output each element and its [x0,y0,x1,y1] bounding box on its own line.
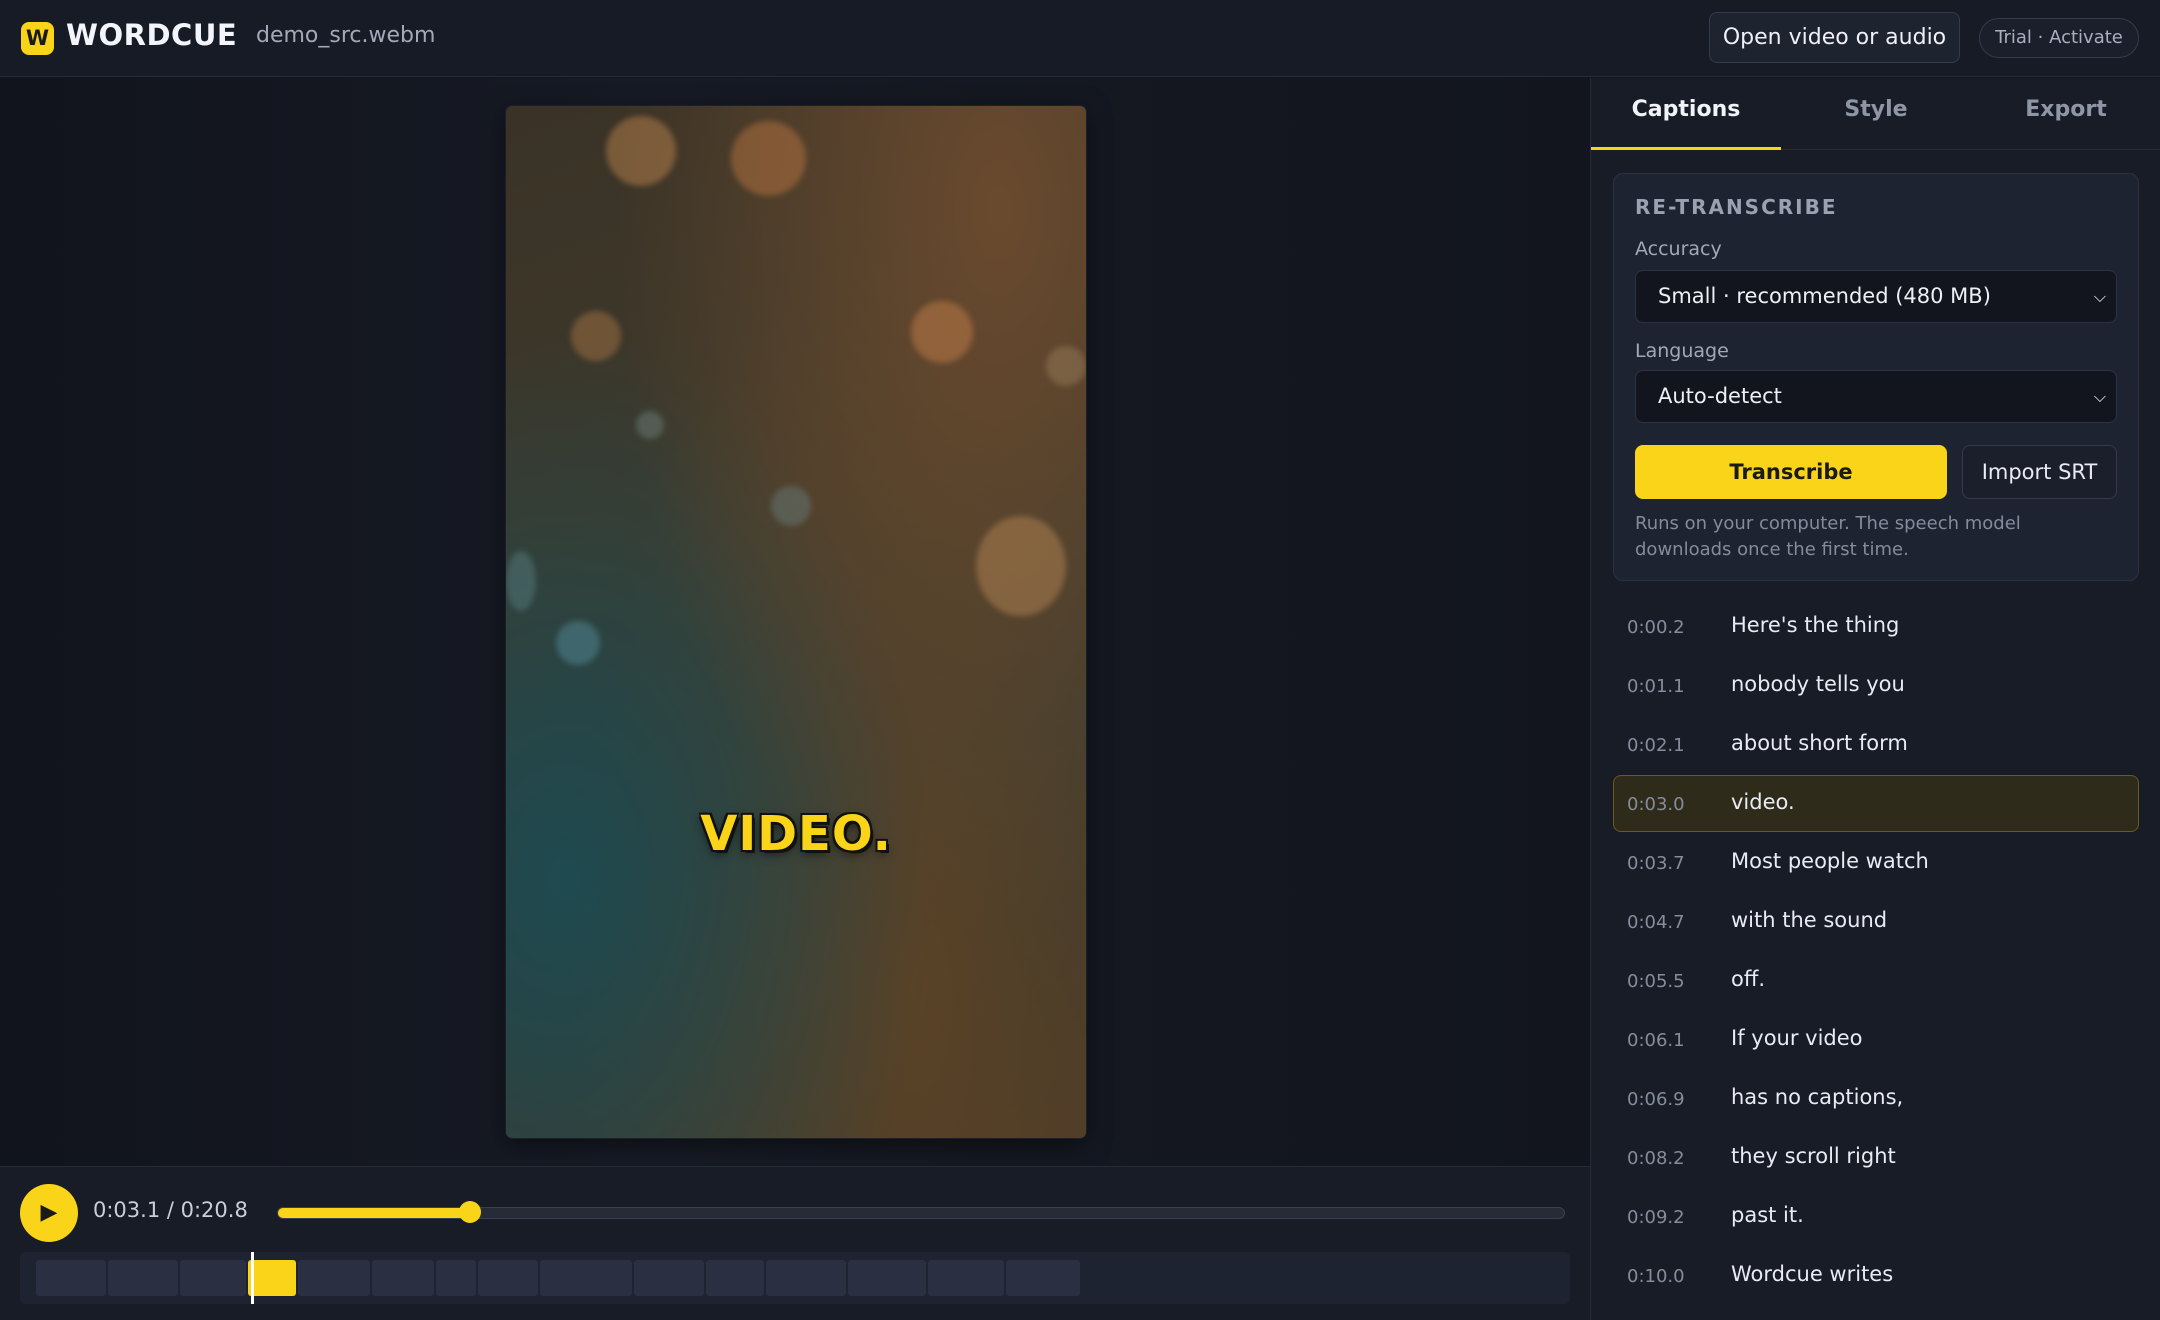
chevron-down-icon: ⌵ [2093,387,2106,406]
timeline-segment[interactable] [108,1260,178,1296]
cue-time: 0:08.2 [1627,1148,1685,1169]
timeline-segment[interactable] [36,1260,106,1296]
caption-timeline[interactable] [20,1252,1570,1304]
cue-time: 0:10.0 [1627,1266,1685,1287]
video-preview[interactable]: VIDEO. [506,106,1086,1138]
transcribe-button[interactable]: Transcribe [1635,445,1947,499]
wordcue-logo-icon: W [21,22,54,55]
bokeh-light [731,121,806,196]
cue-time: 0:03.0 [1627,794,1685,815]
seek-bar[interactable] [277,1201,1565,1223]
timeline-segment[interactable] [848,1260,926,1296]
timeline-segment[interactable] [928,1260,1004,1296]
cue-text[interactable]: past it. [1731,1203,1804,1227]
tab-export[interactable]: Export [1971,78,2160,150]
timeline-segment[interactable] [298,1260,370,1296]
timeline-segment[interactable] [1006,1260,1080,1296]
timeline-segment[interactable] [634,1260,704,1296]
trial-activate-button[interactable]: Trial · Activate [1979,18,2139,58]
accuracy-label: Accuracy [1635,238,1722,260]
cue-row[interactable]: 0:03.7 Most people watch [1613,834,2139,891]
cue-time: 0:06.9 [1627,1089,1685,1110]
language-label: Language [1635,340,1729,362]
cue-time: 0:06.1 [1627,1030,1685,1051]
cue-time: 0:03.7 [1627,853,1685,874]
sidebar: Captions Style Export RE-TRANSCRIBE Accu… [1590,78,2160,1320]
bokeh-light [506,551,536,611]
bokeh-light [976,516,1066,616]
bokeh-light [771,486,811,526]
timeline-segment-active[interactable] [248,1260,296,1296]
cue-text[interactable]: with the sound [1731,908,1887,932]
cue-time: 0:00.2 [1627,617,1685,638]
bokeh-light [636,411,664,439]
bokeh-light [571,311,621,361]
bokeh-light [556,621,600,665]
cue-text[interactable]: video. [1731,790,1795,814]
cue-text[interactable]: has no captions, [1731,1085,1903,1109]
language-value: Auto-detect [1658,384,1782,408]
video-stage: VIDEO. [0,78,1590,1166]
file-name: demo_src.webm [256,23,436,48]
cue-text[interactable]: nobody tells you [1731,672,1905,696]
play-button[interactable]: ▶ [20,1184,78,1242]
cue-row-active[interactable]: 0:03.0 video. [1613,775,2139,832]
cue-row[interactable]: 0:04.7 with the sound [1613,893,2139,950]
cue-row[interactable]: 0:01.1 nobody tells you [1613,657,2139,714]
cue-row[interactable]: 0:00.2 Here's the thing [1613,598,2139,655]
cue-time: 0:05.5 [1627,971,1685,992]
accuracy-select[interactable]: Small · recommended (480 MB) ⌵ [1635,270,2117,323]
seek-handle[interactable] [458,1201,481,1223]
cue-row[interactable]: 0:06.1 If your video [1613,1011,2139,1068]
tab-style[interactable]: Style [1781,78,1971,150]
cue-time: 0:02.1 [1627,735,1685,756]
cue-time: 0:04.7 [1627,912,1685,933]
timeline-segment[interactable] [372,1260,434,1296]
seek-progress [278,1208,470,1218]
language-select[interactable]: Auto-detect ⌵ [1635,370,2117,423]
cue-text[interactable]: off. [1731,967,1765,991]
timeline-segment[interactable] [766,1260,846,1296]
sidebar-tabs: Captions Style Export [1591,78,2160,150]
cue-row[interactable]: 0:05.5 off. [1613,952,2139,1009]
tab-captions[interactable]: Captions [1591,78,1781,150]
timeline-segment[interactable] [180,1260,246,1296]
timeline-segment[interactable] [436,1260,476,1296]
bokeh-light [1046,346,1086,386]
timeline-playhead[interactable] [251,1252,254,1304]
player-controls: ▶ 0:03.1 / 0:20.8 [0,1166,1590,1320]
model-note: Runs on your computer. The speech model … [1635,513,2021,560]
cue-text[interactable]: Wordcue writes [1731,1262,1893,1286]
import-srt-button[interactable]: Import SRT [1962,445,2117,499]
burned-in-caption: VIDEO. [700,806,892,862]
accuracy-value: Small · recommended (480 MB) [1658,284,1991,308]
retranscribe-panel: RE-TRANSCRIBE Accuracy Small · recommend… [1613,173,2139,581]
cue-row[interactable]: 0:06.9 has no captions, [1613,1070,2139,1127]
app-header: W WORDCUE demo_src.webm Open video or au… [0,0,2160,77]
panel-title: RE-TRANSCRIBE [1635,195,1838,219]
play-icon: ▶ [40,1200,58,1225]
cue-time: 0:09.2 [1627,1207,1685,1228]
cue-row[interactable]: 0:09.2 past it. [1613,1188,2139,1245]
chevron-down-icon: ⌵ [2093,287,2106,306]
timeline-segment[interactable] [706,1260,764,1296]
cue-text[interactable]: If your video [1731,1026,1863,1050]
cue-list: 0:00.2 Here's the thing 0:01.1 nobody tell… [1613,598,2139,1306]
timeline-segment[interactable] [540,1260,632,1296]
cue-row[interactable]: 0:08.2 they scroll right [1613,1129,2139,1186]
cue-row[interactable]: 0:10.0 Wordcue writes [1613,1247,2139,1304]
bokeh-light [606,116,676,186]
cue-time: 0:01.1 [1627,676,1685,697]
timeline-segment[interactable] [478,1260,538,1296]
cue-text[interactable]: they scroll right [1731,1144,1896,1168]
open-media-button[interactable]: Open video or audio [1709,12,1960,63]
cue-row[interactable]: 0:02.1 about short form [1613,716,2139,773]
cue-text[interactable]: Most people watch [1731,849,1929,873]
bokeh-light [911,301,973,363]
app-name: WORDCUE [66,18,238,52]
cue-text[interactable]: about short form [1731,731,1908,755]
timecode: 0:03.1 / 0:20.8 [93,1198,248,1222]
cue-text[interactable]: Here's the thing [1731,613,1899,637]
